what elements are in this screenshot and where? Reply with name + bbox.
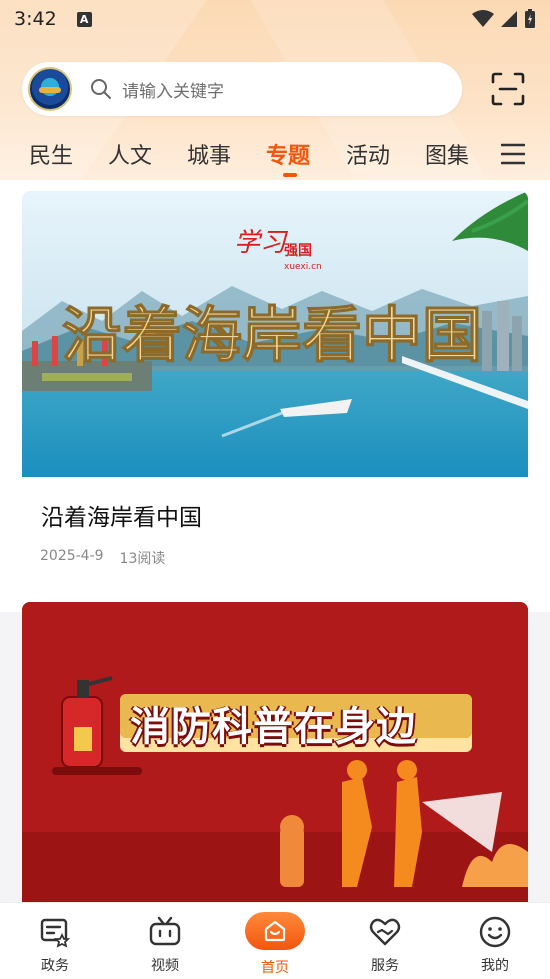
article-1-meta: 2025-4-9 13阅读 (40, 548, 165, 568)
nav-item-shipin[interactable]: 视频 (110, 903, 220, 979)
app-logo[interactable] (28, 67, 72, 111)
tab-chengshi[interactable]: 城事 (187, 138, 231, 170)
nav-label-zhengwu: 政务 (41, 958, 69, 974)
article-1-banner-image[interactable]: 学习 强国 xuexi.cn 沿着海岸看中国 (22, 191, 528, 477)
service-heart-icon (369, 918, 401, 946)
search-box[interactable]: 请输入关键字 (22, 62, 462, 116)
video-tv-icon (149, 916, 181, 946)
notification-badge-icon: A (76, 11, 92, 27)
svg-text:强国: 强国 (284, 243, 312, 259)
tab-minsheng[interactable]: 民生 (29, 138, 73, 170)
wifi-icon (472, 10, 494, 27)
home-icon-bubble (245, 912, 305, 950)
article-2-banner-text: 消防科普在身边 (130, 704, 417, 750)
search-input[interactable]: 请输入关键字 (122, 77, 224, 102)
nav-label-shouye: 首页 (261, 960, 289, 976)
status-icons (472, 9, 536, 29)
article-card-2[interactable]: 消防科普在身边 (22, 602, 528, 902)
category-tabs: 民生 人文 城事 专题 活动 图集 (0, 130, 550, 180)
smile-face-icon (479, 916, 511, 948)
scan-icon[interactable] (490, 71, 526, 107)
banner-title-text: 沿着海岸看中国 (62, 301, 482, 371)
svg-text:xuexi.cn: xuexi.cn (284, 262, 322, 272)
nav-item-shouye[interactable]: 首页 (220, 903, 330, 979)
tab-zhuanti[interactable]: 专题 (266, 138, 310, 170)
gov-affairs-icon (40, 918, 71, 948)
tab-renwen[interactable]: 人文 (108, 138, 152, 170)
status-bar: 3:42 A (0, 0, 550, 38)
search-row: 请输入关键字 (22, 61, 528, 117)
fire-safety-illustration (22, 602, 528, 902)
article-1-date: 2025-4-9 (40, 548, 104, 564)
coastline-illustration: 学习 强国 xuexi.cn 沿着海岸看中国 (22, 191, 528, 477)
bottom-navigation: 政务 视频 首页 服务 我的 (0, 902, 550, 979)
xuexi-logo-text: 学习 (234, 228, 289, 258)
menu-icon[interactable] (501, 143, 525, 165)
article-1-title[interactable]: 沿着海岸看中国 (41, 498, 202, 532)
nav-label-wode: 我的 (481, 958, 509, 974)
home-icon (264, 920, 286, 942)
tab-huodong[interactable]: 活动 (346, 138, 390, 170)
signal-icon (501, 11, 517, 27)
search-icon (91, 79, 111, 99)
nav-item-wode[interactable]: 我的 (440, 903, 550, 979)
nav-item-fuwu[interactable]: 服务 (330, 903, 440, 979)
tab-tuji[interactable]: 图集 (425, 138, 469, 170)
nav-label-fuwu: 服务 (371, 958, 399, 974)
article-1-reads: 13阅读 (119, 551, 166, 567)
nav-label-shipin: 视频 (151, 958, 179, 974)
battery-icon (525, 9, 535, 28)
status-time: 3:42 (14, 8, 57, 30)
active-tab-indicator (283, 173, 297, 177)
nav-item-zhengwu[interactable]: 政务 (0, 903, 110, 979)
